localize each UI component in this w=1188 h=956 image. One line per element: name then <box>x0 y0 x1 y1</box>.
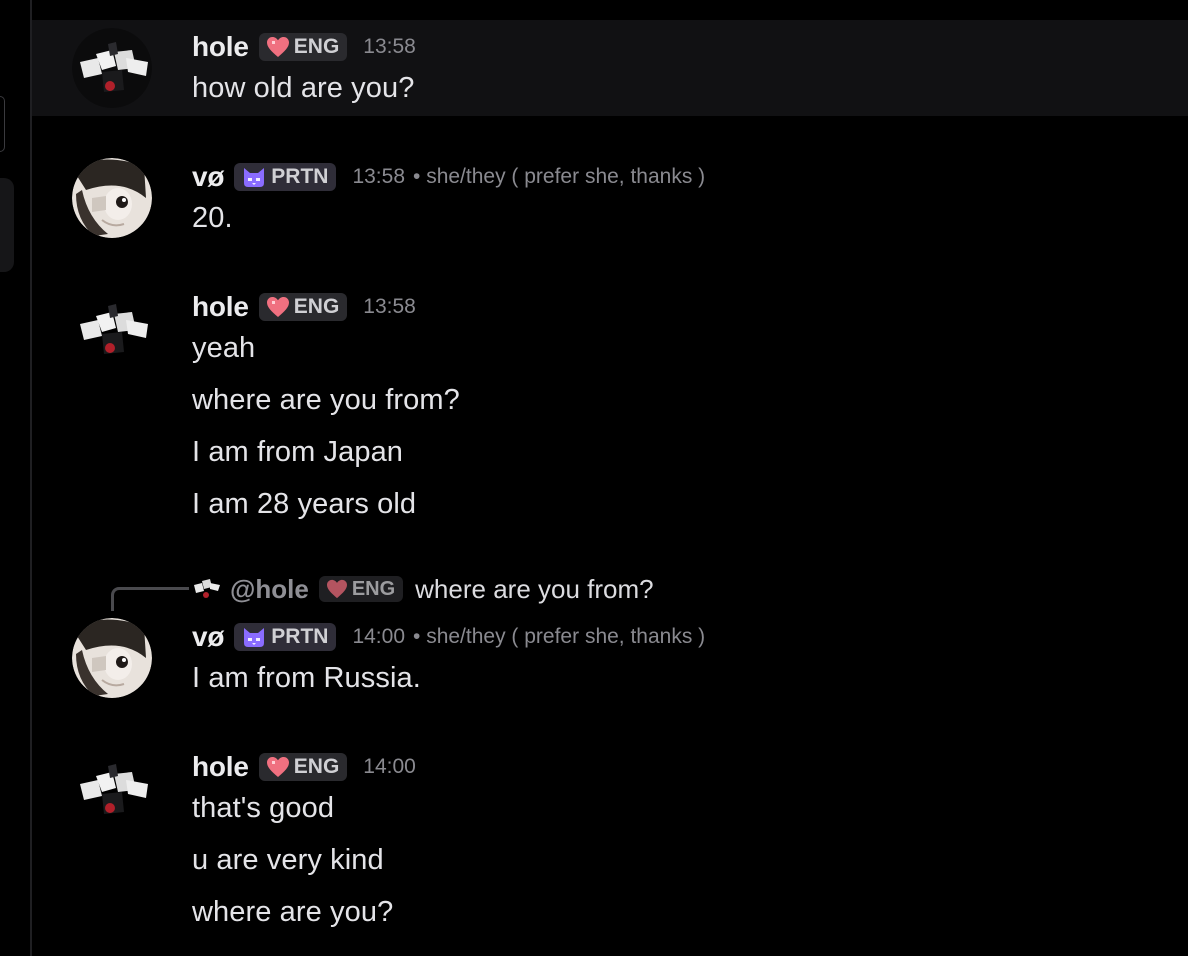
message-header: hole ENG 14:00 <box>192 750 416 784</box>
cat-icon <box>241 626 267 648</box>
message-text: how old are you? <box>192 72 415 104</box>
message-text: where are you from? <box>192 384 460 416</box>
message-header: vø PRTN 13:58 • she/they ( prefer she, t… <box>192 160 705 194</box>
message-text: I am from Japan <box>192 436 404 468</box>
language-badge[interactable]: PRTN <box>234 623 337 651</box>
pronouns: • she/they ( prefer she, thanks ) <box>413 165 706 188</box>
reply-text[interactable]: where are you from? <box>415 574 653 605</box>
message-text: I am 28 years old <box>192 488 417 520</box>
message-group[interactable]: hole ENG 13:58 yeah where are you from? … <box>32 280 1188 530</box>
avatar[interactable] <box>72 28 152 108</box>
reply-spine <box>111 587 189 611</box>
badge-label: PRTN <box>271 625 329 648</box>
author-name[interactable]: vø <box>192 621 224 653</box>
message-text: I am from Russia. <box>192 662 421 694</box>
language-badge[interactable]: PRTN <box>234 163 337 191</box>
language-badge[interactable]: ENG <box>258 33 348 61</box>
rail-selected-item[interactable] <box>0 178 14 272</box>
heart-icon <box>266 756 290 778</box>
cat-icon <box>241 166 267 188</box>
badge-label: ENG <box>351 577 396 600</box>
message-header: hole ENG 13:58 <box>192 290 416 324</box>
message-group[interactable]: hole ENG 13:58 how old are you? <box>32 20 1188 116</box>
badge-label: ENG <box>293 755 340 778</box>
author-name[interactable]: hole <box>192 751 249 783</box>
message-group[interactable]: vø PRTN 13:58 • she/they ( prefer she, t… <box>32 150 1188 250</box>
avatar[interactable] <box>72 158 152 238</box>
avatar[interactable] <box>72 290 152 370</box>
message-text: where are you? <box>192 896 394 928</box>
message-text: yeah <box>192 332 256 364</box>
language-badge[interactable]: ENG <box>258 293 348 321</box>
message-group[interactable]: vø PRTN 14:00 • she/they ( prefer she, t… <box>32 610 1188 710</box>
message-group[interactable]: hole ENG 14:00 that's good u are very ki… <box>32 740 1188 950</box>
badge-label: PRTN <box>271 165 329 188</box>
reply-avatar[interactable] <box>192 575 222 604</box>
heart-icon <box>326 579 348 599</box>
author-name[interactable]: vø <box>192 161 224 193</box>
badge-label: ENG <box>293 295 340 318</box>
avatar[interactable] <box>72 618 152 698</box>
message-text: that's good <box>192 792 335 824</box>
rail-indicator[interactable] <box>0 96 5 152</box>
timestamp[interactable]: 13:58 <box>352 165 405 189</box>
message-text: 20. <box>192 202 233 234</box>
author-name[interactable]: hole <box>192 291 249 323</box>
heart-icon <box>266 296 290 318</box>
language-badge[interactable]: ENG <box>258 753 348 781</box>
chat-app: hole ENG 13:58 how old are you? vø PRTN <box>0 0 1188 956</box>
avatar[interactable] <box>72 750 152 830</box>
reply-preview[interactable]: @hole ENG where are you from? <box>192 572 654 606</box>
message-text: u are very kind <box>192 844 384 876</box>
message-list: hole ENG 13:58 how old are you? vø PRTN <box>32 0 1188 956</box>
left-rail <box>0 0 32 956</box>
reply-author[interactable]: @hole <box>230 574 309 605</box>
timestamp[interactable]: 14:00 <box>363 755 416 779</box>
heart-icon <box>266 36 290 58</box>
reply-badge[interactable]: ENG <box>318 576 404 602</box>
message-header: hole ENG 13:58 <box>192 30 416 64</box>
timestamp[interactable]: 13:58 <box>363 295 416 319</box>
badge-label: ENG <box>293 35 340 58</box>
author-name[interactable]: hole <box>192 31 249 63</box>
pronouns: • she/they ( prefer she, thanks ) <box>413 625 706 648</box>
timestamp[interactable]: 14:00 <box>352 625 405 649</box>
message-header: vø PRTN 14:00 • she/they ( prefer she, t… <box>192 620 705 654</box>
timestamp[interactable]: 13:58 <box>363 35 416 59</box>
